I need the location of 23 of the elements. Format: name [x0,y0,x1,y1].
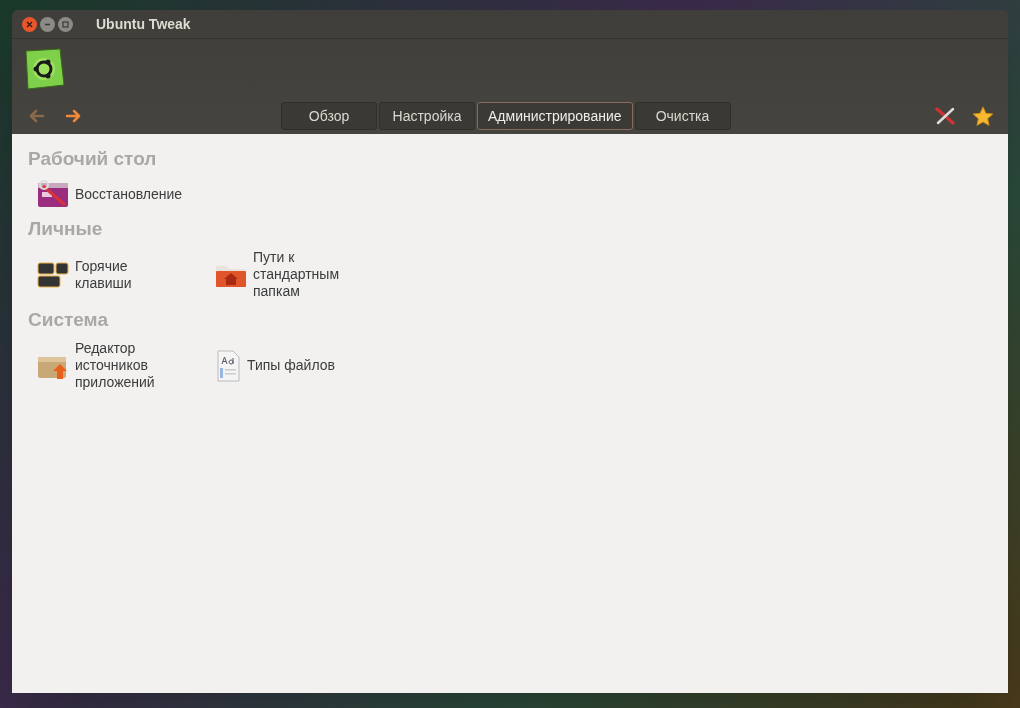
tool-item[interactable]: Пути к стандартным папкам [206,247,384,302]
keyboard-keys-icon [37,260,69,289]
tools-icon[interactable] [934,106,956,126]
tool-item[interactable]: Горячие клавиши [28,247,206,302]
document-icon [215,349,241,382]
window-title: Ubuntu Tweak [96,14,191,34]
star-icon[interactable] [972,106,994,126]
tab[interactable]: Обзор [281,102,377,130]
maximize-button[interactable] [58,16,73,32]
tab[interactable]: Очистка [634,102,731,130]
tab[interactable]: Настройка [379,102,475,130]
section-heading: Рабочий стол [28,147,157,171]
minimize-button[interactable] [40,16,55,32]
section-heading: Система [28,308,108,332]
section-heading: Личные [28,217,103,241]
tool-item[interactable]: Типы файлов [206,338,384,393]
close-icon [26,20,33,28]
window-wrench-icon [37,180,69,208]
maximize-icon [62,20,69,28]
tool-item[interactable]: Редактор источников приложений [28,338,206,393]
tab[interactable]: Администрирование [477,102,633,130]
tool-item[interactable]: Восстановление [28,177,206,211]
close-button[interactable] [22,16,37,32]
